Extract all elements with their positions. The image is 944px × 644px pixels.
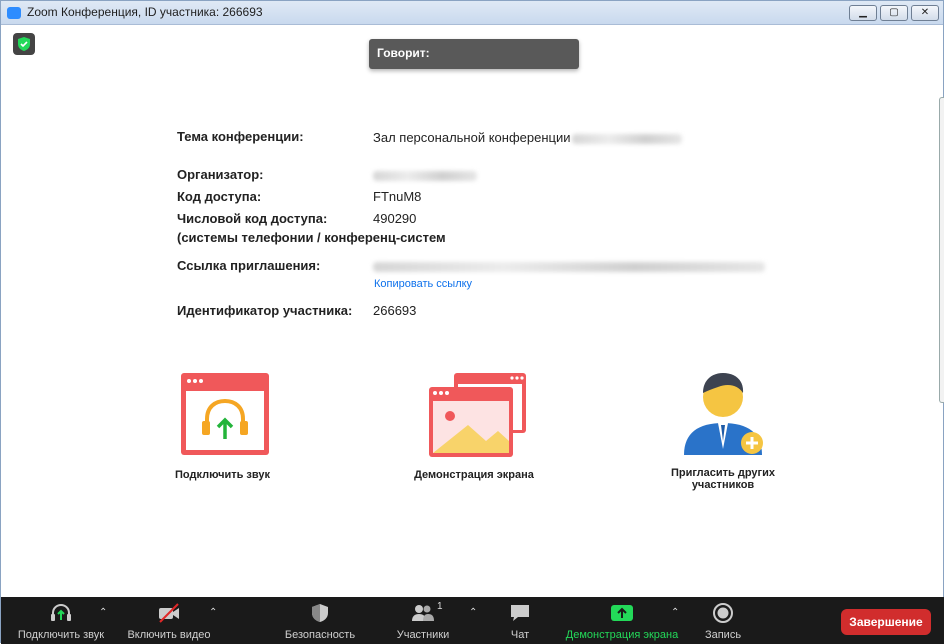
chat-button[interactable]: Чат xyxy=(497,597,543,644)
security-button[interactable]: Безопасность xyxy=(277,597,363,644)
invite-person-icon xyxy=(684,373,763,455)
invite-label-line1: Пригласить других xyxy=(670,467,776,479)
zoom-window: Zoom Конференция, ID участника: 266693 ▁… xyxy=(0,0,944,644)
join-audio-button-label: Подключить звук xyxy=(17,629,105,641)
end-meeting-button[interactable]: Завершение xyxy=(841,609,931,635)
participant-id-value: 266693 xyxy=(373,303,417,318)
copy-link-button[interactable]: Копировать ссылку xyxy=(374,278,472,290)
encryption-shield-icon[interactable] xyxy=(13,33,35,55)
headphones-icon xyxy=(51,603,71,621)
chat-button-label: Чат xyxy=(510,629,530,641)
speaking-label: Говорит: xyxy=(377,46,430,60)
passcode-label: Код доступа: xyxy=(177,189,262,204)
organizer-value-blurred xyxy=(373,170,477,181)
participants-icon xyxy=(412,605,434,621)
organizer-label: Организатор: xyxy=(177,167,264,182)
maximize-icon: ▢ xyxy=(889,7,899,18)
join-audio-label: Подключить звук xyxy=(175,469,270,481)
invite-label-line2: участников xyxy=(691,479,755,491)
meeting-toolbar: Подключить звук ⌃ Включить видео ⌃ Безоп… xyxy=(1,597,944,644)
side-panel-handle[interactable] xyxy=(939,97,944,403)
audio-options-chevron-up-icon[interactable]: ⌃ xyxy=(99,607,107,618)
participants-button[interactable]: 1 Участники xyxy=(387,597,459,644)
record-icon xyxy=(713,603,733,623)
record-button[interactable]: Запись xyxy=(699,597,747,644)
window-title: Zoom Конференция, ID участника: 266693 xyxy=(27,5,263,19)
participants-count-badge: 1 xyxy=(437,601,443,612)
start-video-button-label: Включить видео xyxy=(127,629,211,641)
participant-id-label: Идентификатор участника: xyxy=(177,303,353,318)
join-audio-action[interactable]: Подключить звук xyxy=(165,371,279,481)
participants-options-chevron-up-icon[interactable]: ⌃ xyxy=(469,607,477,618)
video-off-icon xyxy=(159,603,179,623)
zoom-app-icon xyxy=(7,7,21,19)
invite-link-value[interactable] xyxy=(373,258,765,273)
chat-icon xyxy=(511,605,529,621)
passcode-value: FTnuM8 xyxy=(373,189,422,204)
numeric-passcode-label: Числовой код доступа: xyxy=(177,211,328,226)
maximize-button[interactable]: ▢ xyxy=(880,5,908,21)
video-options-chevron-up-icon[interactable]: ⌃ xyxy=(209,607,217,618)
start-video-button[interactable]: Включить видео xyxy=(121,597,217,644)
share-options-chevron-up-icon[interactable]: ⌃ xyxy=(671,607,679,618)
title-bar: Zoom Конференция, ID участника: 266693 ▁… xyxy=(1,1,943,25)
minimize-button[interactable]: ▁ xyxy=(849,5,877,21)
share-screen-arrow-icon xyxy=(611,605,633,621)
invite-link-label: Ссылка приглашения: xyxy=(177,258,321,273)
invite-participants-action[interactable]: Пригласить других участников xyxy=(667,367,779,491)
numeric-passcode-note: (системы телефонии / конференц-систем xyxy=(177,230,446,245)
speaking-indicator: Говорит: xyxy=(369,39,579,69)
organizer-value xyxy=(373,167,477,182)
join-audio-icon xyxy=(181,373,269,455)
topic-value-blurred xyxy=(572,133,683,144)
close-button[interactable]: ✕ xyxy=(911,5,939,21)
share-screen-button-label: Демонстрация экрана xyxy=(565,629,679,641)
participants-button-label: Участники xyxy=(396,629,450,641)
share-screen-label: Демонстрация экрана xyxy=(414,469,534,481)
share-screen-button[interactable]: Демонстрация экрана xyxy=(561,597,683,644)
share-screen-action[interactable]: Демонстрация экрана xyxy=(411,371,537,481)
share-screen-icon xyxy=(429,373,526,457)
record-button-label: Запись xyxy=(704,629,742,641)
shield-icon xyxy=(312,604,328,622)
security-button-label: Безопасность xyxy=(284,629,356,641)
numeric-passcode-value: 490290 xyxy=(373,211,417,226)
minimize-icon: ▁ xyxy=(859,7,867,18)
topic-label: Тема конференции: xyxy=(177,129,304,144)
topic-value: Зал персональной конференции xyxy=(373,130,683,145)
invite-link-blurred xyxy=(373,261,765,272)
join-audio-button[interactable]: Подключить звук xyxy=(9,597,113,644)
close-icon: ✕ xyxy=(920,7,930,18)
